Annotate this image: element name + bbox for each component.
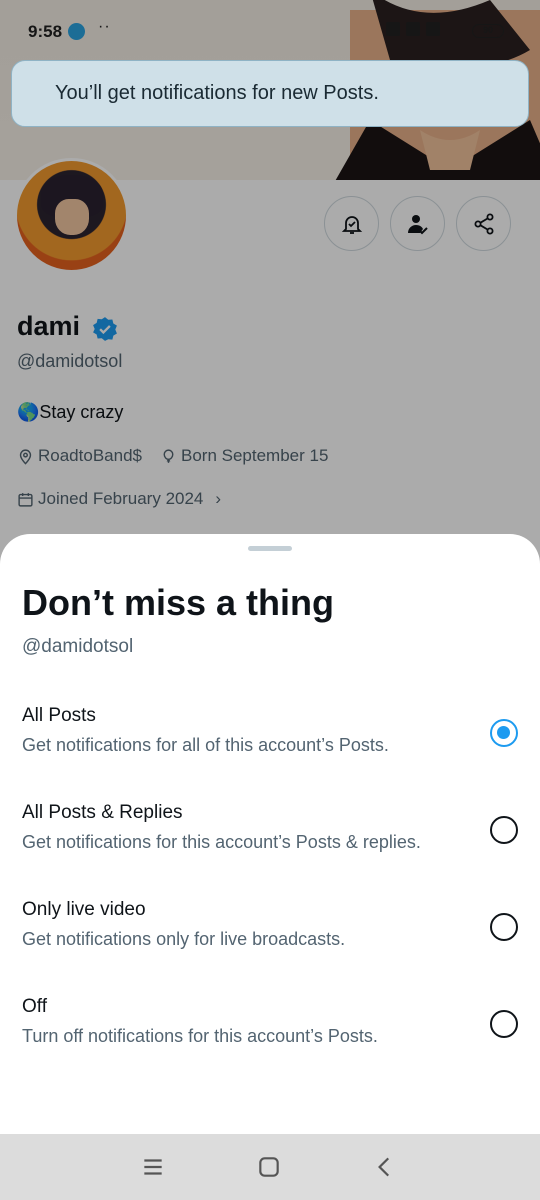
sheet-drag-handle[interactable] xyxy=(248,546,292,551)
option-title: Off xyxy=(22,996,47,1017)
sheet-handle: @damidotsol xyxy=(22,636,134,657)
option-off[interactable]: Off Turn off notifications for this acco… xyxy=(0,996,540,1093)
radio-off[interactable] xyxy=(490,1010,518,1038)
option-description: Get notifications only for live broadcas… xyxy=(22,929,346,949)
option-description: Get notifications for this account’s Pos… xyxy=(22,832,421,852)
back-button[interactable] xyxy=(372,1154,398,1180)
system-nav-bar xyxy=(0,1134,540,1200)
toast-text: You’ll get notifications for new Posts. xyxy=(55,82,379,104)
option-all-posts[interactable]: All Posts Get notifications for all of t… xyxy=(0,705,540,802)
notification-bottom-sheet: Don’t miss a thing @damidotsol All Posts… xyxy=(0,534,540,1134)
option-only-live-video[interactable]: Only live video Get notifications only f… xyxy=(0,899,540,996)
back-icon xyxy=(378,1157,390,1177)
option-description: Get notifications for all of this accoun… xyxy=(22,735,389,755)
radio-all-posts-replies[interactable] xyxy=(490,816,518,844)
option-description: Turn off notifications for this account’… xyxy=(22,1026,378,1046)
toast-notification: You’ll get notifications for new Posts. xyxy=(11,60,529,127)
option-title: Only live video xyxy=(22,899,146,920)
menu-icon xyxy=(144,1159,162,1175)
home-button[interactable] xyxy=(256,1154,282,1180)
radio-only-live-video[interactable] xyxy=(490,913,518,941)
home-icon xyxy=(259,1157,279,1177)
recent-apps-button[interactable] xyxy=(140,1154,166,1180)
sheet-title: Don’t miss a thing xyxy=(22,582,335,623)
option-all-posts-replies[interactable]: All Posts & Replies Get notifications fo… xyxy=(0,802,540,899)
option-title: All Posts & Replies xyxy=(22,802,183,823)
option-title: All Posts xyxy=(22,705,96,726)
radio-all-posts[interactable] xyxy=(490,719,518,747)
